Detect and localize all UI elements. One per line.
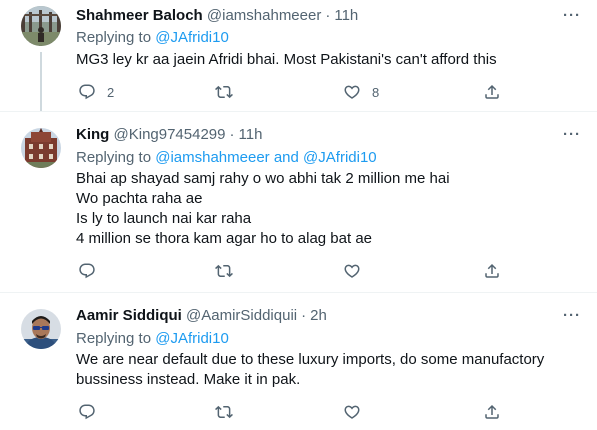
reply-count: 2 <box>107 84 115 100</box>
separator-dot: · <box>325 7 331 24</box>
avatar-image <box>21 6 61 46</box>
timestamp[interactable]: 11h <box>334 7 358 24</box>
tweet-shahmeer-baloch[interactable]: Shahmeer Baloch @iamshahmeeer · 11h ··· Re… <box>0 0 597 111</box>
tweet-aamir-siddiqui[interactable]: Aamir Siddiqui @AamirSiddiquii · 2h ··· Re… <box>0 292 597 430</box>
share-icon <box>485 84 499 99</box>
tweet-text-line: 4 million se thora kam agar ho to alag b… <box>76 230 373 247</box>
display-name[interactable]: Aamir Siddiqui <box>76 307 182 324</box>
like-button[interactable] <box>343 402 372 422</box>
reply-icon <box>79 263 95 279</box>
share-icon <box>485 404 499 419</box>
user-handle[interactable]: @King97454299 <box>114 126 226 143</box>
heart-icon <box>344 85 360 99</box>
replying-to-link[interactable]: @iamshahmeeer <box>155 149 269 166</box>
retweet-icon <box>215 405 233 419</box>
reply-button[interactable] <box>78 402 107 422</box>
replying-to-joiner: and <box>269 149 304 166</box>
tweet-text-line: Is ly to launch nai kar raha <box>76 210 252 227</box>
retweet-icon <box>215 85 233 99</box>
reply-button[interactable]: 2 <box>78 82 114 102</box>
avatar-image <box>21 128 61 168</box>
display-name[interactable]: Shahmeer Baloch <box>76 7 203 24</box>
avatar-image <box>21 309 61 349</box>
separator-dot: · <box>301 307 307 324</box>
avatar[interactable] <box>21 309 61 349</box>
tweet-actions: 2 8 <box>76 82 506 102</box>
retweet-button[interactable] <box>215 402 244 422</box>
tweet-king[interactable]: King @King97454299 · 11h ··· Replying to @… <box>0 111 597 292</box>
replying-to: Replying to @JAfridi10 <box>76 28 229 48</box>
like-button[interactable]: 8 <box>343 82 379 102</box>
avatar[interactable] <box>21 6 61 46</box>
more-icon[interactable]: ··· <box>563 6 581 26</box>
user-handle[interactable]: @AamirSiddiquii <box>186 307 297 324</box>
heart-icon <box>344 405 360 419</box>
tweet-text-line: bussiness instead. Make it in pak. <box>76 371 301 388</box>
more-icon[interactable]: ··· <box>563 125 581 145</box>
tweet-text-line: MG3 ley kr aa jaein Afridi bhai. Most Pa… <box>76 51 497 68</box>
tweet-text: We are near default due to these luxury … <box>76 350 576 390</box>
tweet-header: Shahmeer Baloch @iamshahmeeer · 11h <box>76 6 358 26</box>
separator-dot: · <box>229 126 235 143</box>
tweet-header: Aamir Siddiqui @AamirSiddiquii · 2h <box>76 306 327 326</box>
reply-icon <box>79 404 95 420</box>
tweet-header: King @King97454299 · 11h <box>76 125 262 145</box>
tweet-actions <box>76 402 506 422</box>
tweet-text-line: We are near default due to these luxury … <box>76 351 545 368</box>
share-button[interactable] <box>483 402 501 422</box>
reply-icon <box>79 84 95 100</box>
retweet-button[interactable] <box>215 261 244 281</box>
replying-to-label: Replying to <box>76 149 156 166</box>
replying-to: Replying to @JAfridi10 <box>76 329 229 349</box>
tweet-text-line: Wo pachta raha ae <box>76 190 203 207</box>
retweet-icon <box>215 264 233 278</box>
tweet-text-line: Bhai ap shayad samj rahy o wo abhi tak 2… <box>76 170 450 187</box>
avatar[interactable] <box>21 128 61 168</box>
more-icon[interactable]: ··· <box>563 306 581 326</box>
replying-to-link[interactable]: @JAfridi10 <box>155 29 229 46</box>
tweet-text: Bhai ap shayad samj rahy o wo abhi tak 2… <box>76 169 576 249</box>
timestamp[interactable]: 2h <box>310 307 327 324</box>
heart-icon <box>344 264 360 278</box>
replying-to-label: Replying to <box>76 29 156 46</box>
timestamp[interactable]: 11h <box>239 126 263 143</box>
display-name[interactable]: King <box>76 126 109 143</box>
retweet-button[interactable] <box>215 82 244 102</box>
tweet-text: MG3 ley kr aa jaein Afridi bhai. Most Pa… <box>76 50 576 70</box>
share-button[interactable] <box>483 261 501 281</box>
user-handle[interactable]: @iamshahmeeer <box>207 7 321 24</box>
replying-to-link[interactable]: @JAfridi10 <box>155 330 229 347</box>
replying-to-link[interactable]: @JAfridi10 <box>303 149 377 166</box>
reply-button[interactable] <box>78 261 107 281</box>
share-icon <box>485 263 499 278</box>
thread-connector-line <box>40 52 42 111</box>
tweet-actions <box>76 261 506 281</box>
share-button[interactable] <box>483 82 501 102</box>
like-button[interactable] <box>343 261 372 281</box>
replying-to: Replying to @iamshahmeeer and @JAfridi10 <box>76 148 377 168</box>
like-count: 8 <box>372 84 380 100</box>
replying-to-label: Replying to <box>76 330 156 347</box>
